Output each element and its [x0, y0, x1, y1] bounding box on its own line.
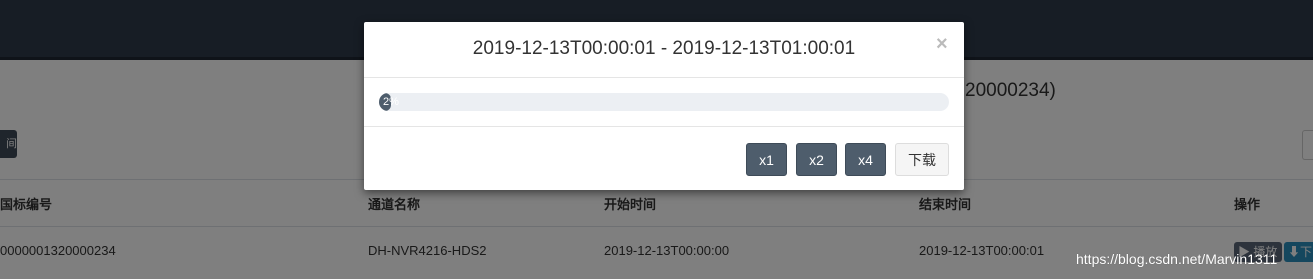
download-progress-bar: 2% [379, 93, 949, 111]
progress-label: 2% [383, 96, 399, 108]
speed-x4-button[interactable]: x4 [845, 143, 886, 176]
modal-header: 2019-12-13T00:00:01 - 2019-12-13T01:00:0… [364, 22, 964, 78]
download-button[interactable]: 下载 [895, 143, 949, 176]
speed-x2-button[interactable]: x2 [796, 143, 837, 176]
close-icon[interactable]: × [936, 34, 948, 54]
speed-x1-button[interactable]: x1 [746, 143, 787, 176]
playback-modal: 2019-12-13T00:00:01 - 2019-12-13T01:00:0… [364, 22, 964, 190]
modal-footer: x1 x2 x4 下载 [364, 126, 964, 191]
modal-title: 2019-12-13T00:00:01 - 2019-12-13T01:00:0… [472, 38, 856, 59]
watermark-text: https://blog.csdn.net/Marvin1311 [1076, 251, 1278, 267]
